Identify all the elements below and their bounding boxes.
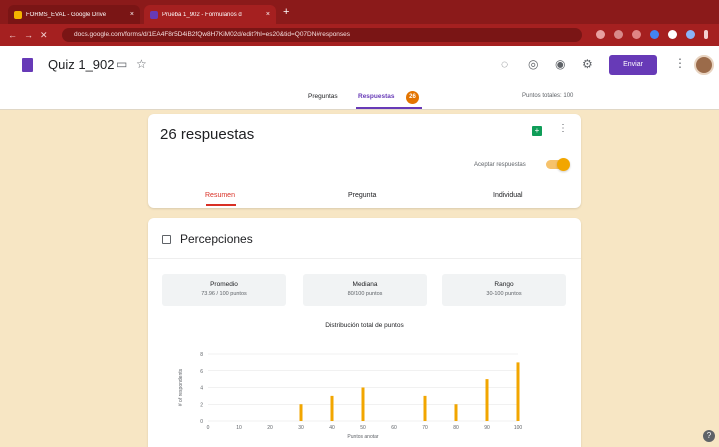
bar <box>361 387 365 421</box>
drive-favicon-icon <box>14 10 22 19</box>
x-tick-label: 60 <box>391 425 397 431</box>
y-tick-label: 6 <box>200 369 203 375</box>
folder-icon[interactable]: ▭ <box>116 57 127 71</box>
x-tick-label: 100 <box>514 425 523 431</box>
y-axis-label: # of respondents <box>178 368 184 406</box>
extension-icon[interactable] <box>668 30 677 39</box>
active-tab-indicator <box>206 204 236 206</box>
close-icon[interactable]: ✕ <box>40 29 48 41</box>
x-tick-label: 50 <box>360 425 366 431</box>
toggle-knob <box>557 158 570 171</box>
stat-label: Mediana <box>352 281 378 288</box>
more-options-icon[interactable]: ⋮ <box>674 56 686 70</box>
form-title[interactable]: Quiz 1_902 <box>48 57 115 72</box>
addon-icon[interactable]: ◌ <box>501 57 508 71</box>
forms-favicon-icon <box>150 10 158 19</box>
x-tick-label: 70 <box>422 425 428 431</box>
stat-value: 30-100 puntos <box>486 291 522 297</box>
star-icon[interactable]: ☆ <box>136 57 147 71</box>
tab-individual[interactable]: Individual <box>493 192 523 199</box>
responses-count-badge: 26 <box>406 91 419 104</box>
x-tick-label: 40 <box>329 425 335 431</box>
menu-icon[interactable] <box>704 30 708 39</box>
bar <box>330 395 334 421</box>
bar <box>454 404 458 421</box>
browser-tab[interactable]: FORMS_EVAL - Google Drive × <box>8 5 140 24</box>
tab-pregunta[interactable]: Pregunta <box>348 192 376 199</box>
y-tick-label: 2 <box>200 402 203 408</box>
y-tick-label: 0 <box>200 419 203 425</box>
responses-count: 26 respuestas <box>160 126 255 143</box>
total-points: Puntos totales: 100 <box>522 93 574 99</box>
tab-respuestas[interactable]: Respuestas <box>358 93 395 100</box>
browser-tab-bar: FORMS_EVAL - Google Drive × Prueba 1_902… <box>0 0 719 24</box>
url-bar[interactable]: docs.google.com/forms/d/1EA4F8r5D4iB2fQw… <box>62 28 582 42</box>
help-icon[interactable]: ? <box>703 430 715 442</box>
forms-logo-icon[interactable] <box>22 58 33 72</box>
extension-icon[interactable] <box>650 30 659 39</box>
star-icon[interactable] <box>614 30 623 39</box>
y-tick-label: 8 <box>200 352 203 358</box>
responses-summary-card: 26 respuestas + ⋮ Aceptar respuestas Res… <box>148 114 581 208</box>
x-tick-label: 30 <box>298 425 304 431</box>
stat-median: Mediana 80/100 puntos <box>303 274 427 306</box>
divider <box>148 258 581 259</box>
tab-resumen[interactable]: Resumen <box>205 192 235 199</box>
x-tick-label: 80 <box>453 425 459 431</box>
more-options-icon[interactable]: ⋮ <box>558 123 568 134</box>
browser-tab-active[interactable]: Prueba 1_902 - Formularios d × <box>144 5 276 24</box>
address-bar-row: ← → ✕ docs.google.com/forms/d/1EA4F8r5D4… <box>0 24 719 46</box>
forward-icon[interactable]: → <box>24 29 33 41</box>
avatar[interactable] <box>694 55 714 75</box>
x-tick-label: 10 <box>236 425 242 431</box>
sheets-icon[interactable]: + <box>532 126 542 136</box>
close-tab-icon[interactable]: × <box>266 11 270 18</box>
profile-icon[interactable] <box>686 30 695 39</box>
bar <box>299 404 303 421</box>
extension-icon[interactable] <box>632 30 641 39</box>
bar <box>423 395 427 421</box>
points-distribution-chart: 024680 10 20 30 40 50 60 70 80 90 100Puntos anotar… <box>178 352 523 438</box>
stat-value: 73.96 / 100 puntos <box>201 291 247 297</box>
accept-responses-toggle[interactable] <box>546 158 570 171</box>
extension-icon[interactable] <box>596 30 605 39</box>
forms-header: Quiz 1_902 ▭ ☆ ◌ ◎ ◉ ⚙ Enviar ⋮ Pregunta… <box>0 46 719 110</box>
preview-eye-icon[interactable]: ◉ <box>555 57 565 71</box>
close-tab-icon[interactable]: × <box>130 11 134 18</box>
back-icon[interactable]: ← <box>8 29 17 41</box>
form-tabs: Preguntas Respuestas 26 Puntos totales: … <box>0 88 719 110</box>
tab-title: Prueba 1_902 - Formularios d <box>162 11 242 18</box>
palette-icon[interactable]: ◎ <box>528 57 538 71</box>
x-tick-label: 90 <box>484 425 490 431</box>
stat-label: Promedio <box>210 281 238 288</box>
insights-icon <box>162 235 171 244</box>
new-tab-button[interactable]: + <box>283 6 289 18</box>
y-tick-label: 4 <box>200 386 203 392</box>
stat-average: Promedio 73.96 / 100 puntos <box>162 274 286 306</box>
x-axis-label: Puntos anotar <box>347 434 378 438</box>
section-title: Percepciones <box>180 232 253 246</box>
insights-card: Percepciones Promedio 73.96 / 100 puntos… <box>148 218 581 447</box>
x-tick-label: 20 <box>267 425 273 431</box>
bar <box>516 362 520 421</box>
accept-responses-label: Aceptar respuestas <box>474 162 526 168</box>
tab-title: FORMS_EVAL - Google Drive <box>26 11 107 18</box>
stat-label: Rango <box>494 281 514 288</box>
bar <box>485 379 489 421</box>
tab-preguntas[interactable]: Preguntas <box>308 93 338 100</box>
stat-range: Rango 30-100 puntos <box>442 274 566 306</box>
chart-title: Distribución total de puntos <box>325 322 404 329</box>
settings-gear-icon[interactable]: ⚙ <box>582 57 593 71</box>
stat-value: 80/100 puntos <box>347 291 383 297</box>
x-tick-label: 0 <box>207 425 210 431</box>
active-tab-indicator <box>356 107 422 109</box>
send-button[interactable]: Enviar <box>609 55 657 75</box>
